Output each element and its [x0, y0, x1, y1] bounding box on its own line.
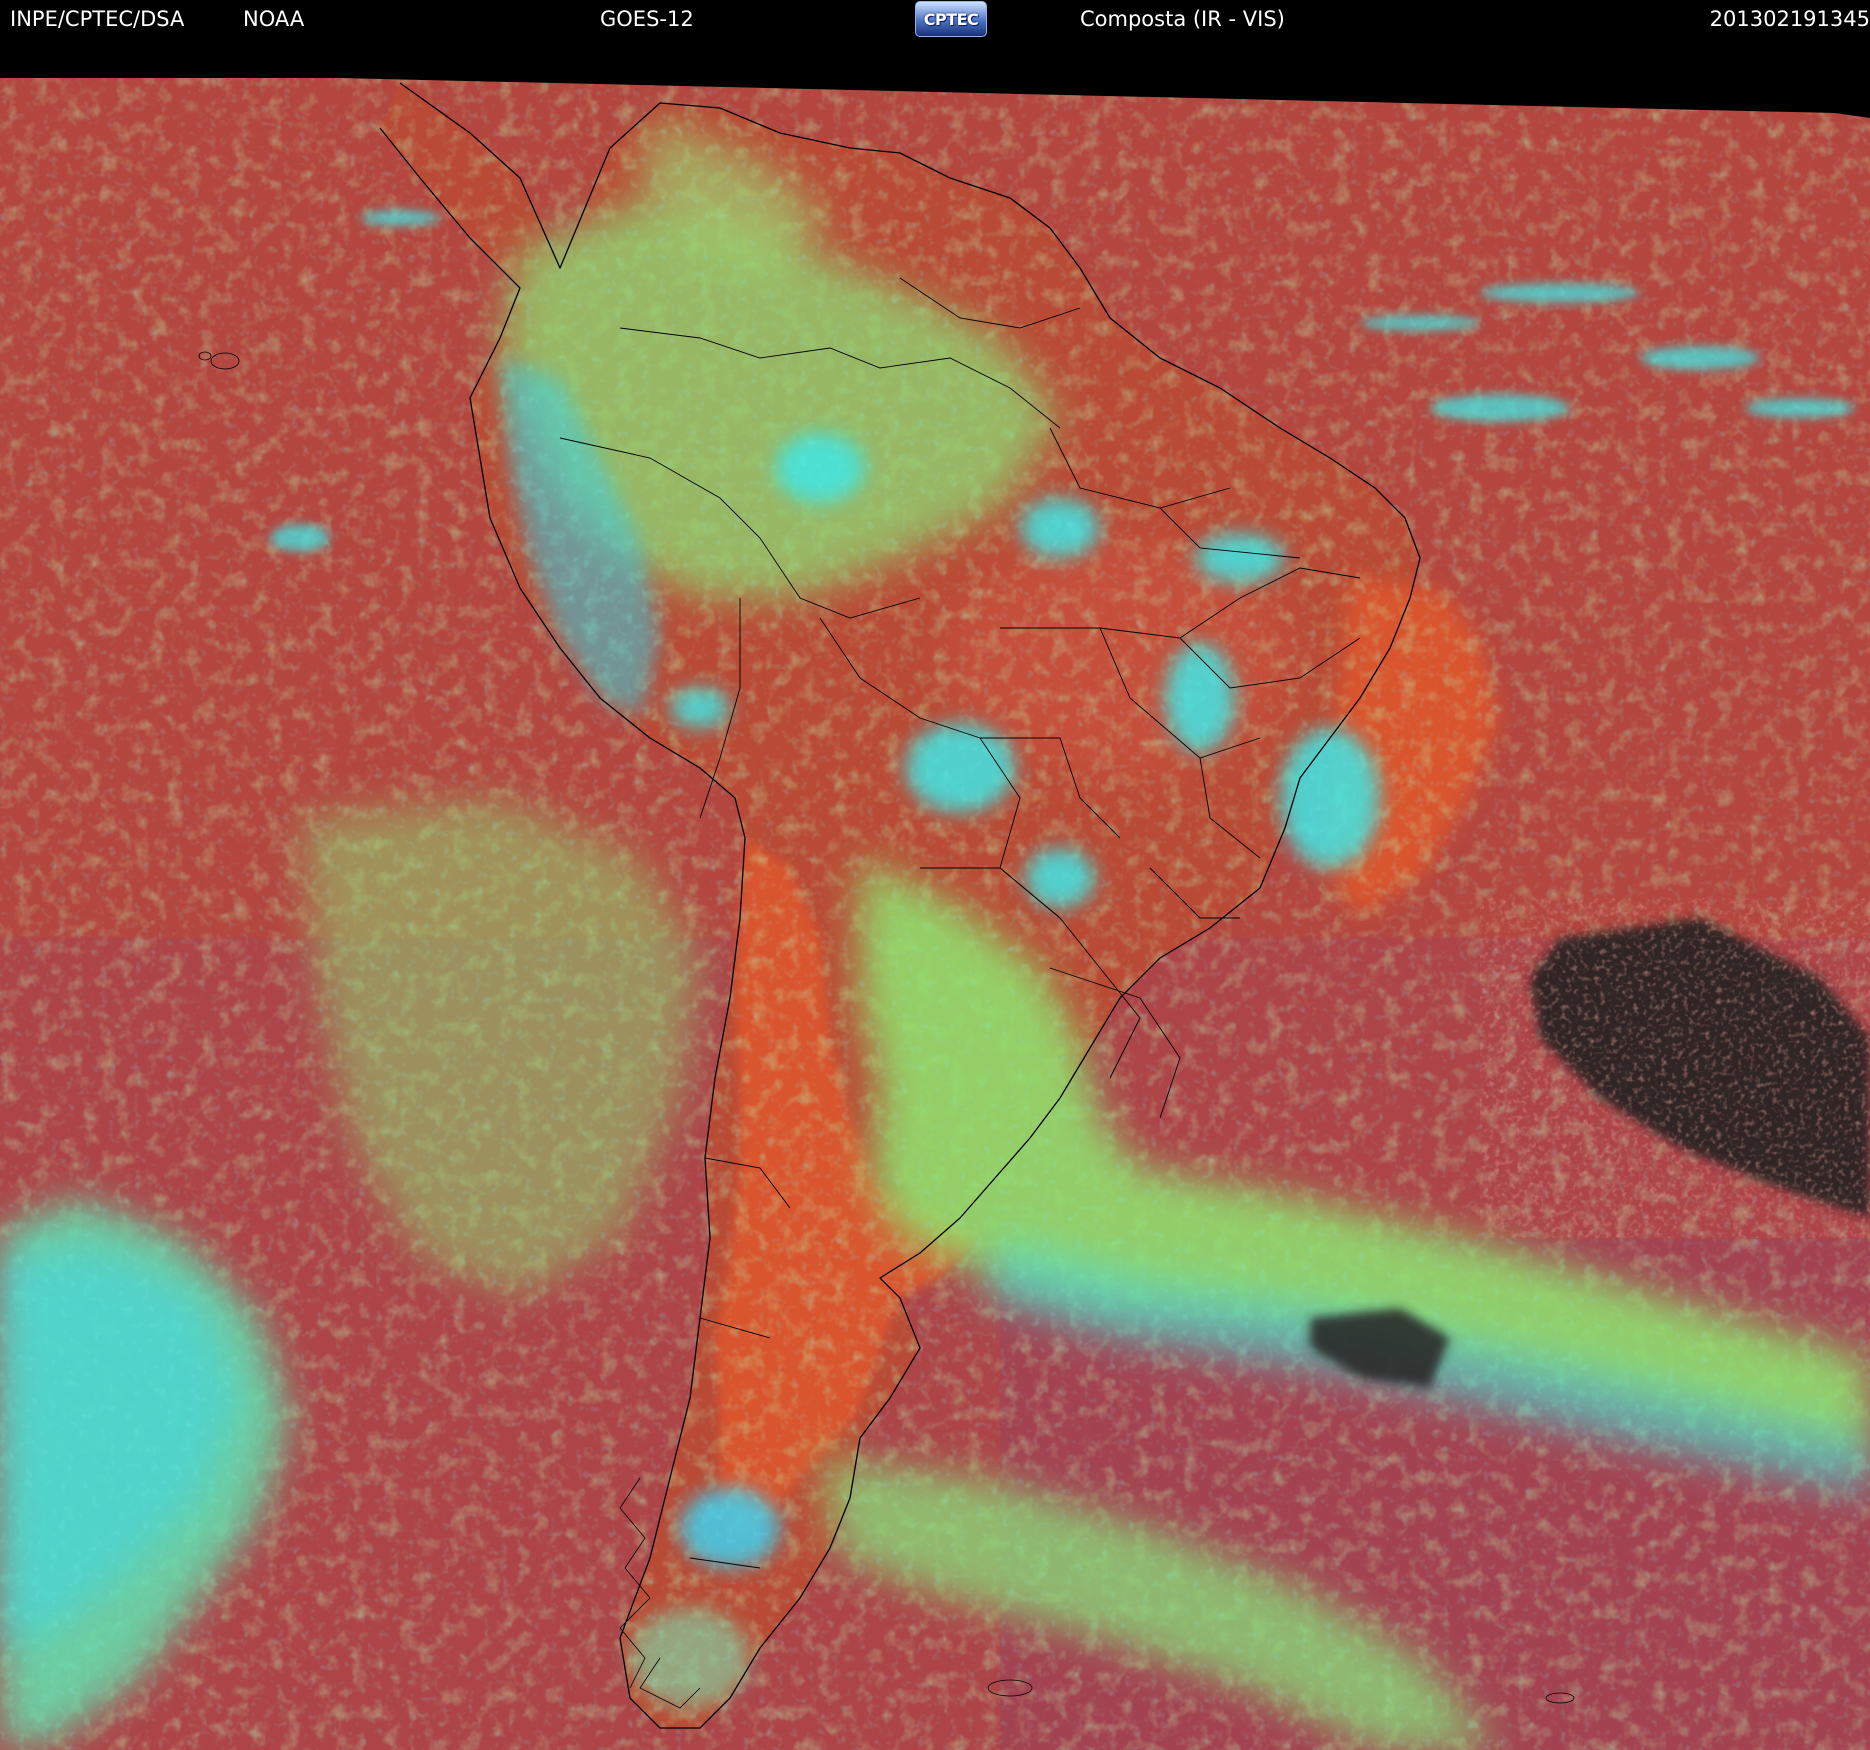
- swath-area: [0, 78, 1870, 1750]
- header-bar: INPE/CPTEC/DSA NOAA GOES-12 CPTEC Compos…: [0, 0, 1870, 38]
- satellite-image: [0, 38, 1870, 1750]
- timestamp-label: 201302191345: [1709, 7, 1870, 31]
